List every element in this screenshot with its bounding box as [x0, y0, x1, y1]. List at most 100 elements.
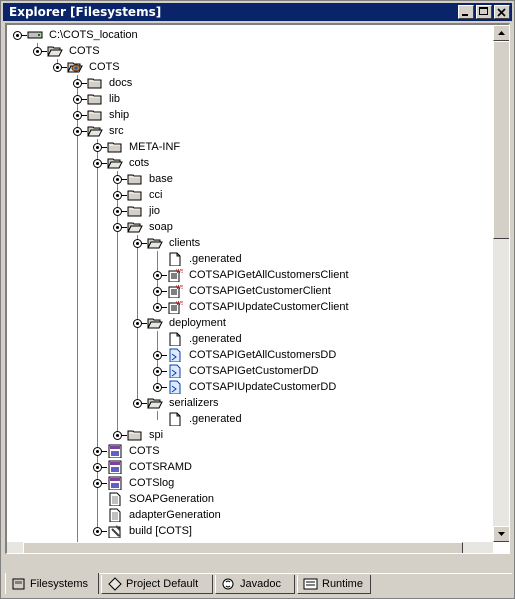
tree-node[interactable]: COTS [7, 443, 493, 459]
tree-node-label: COTSRAMD [129, 461, 192, 473]
tree-node[interactable]: ship [7, 107, 493, 123]
tree-node-label: clients [169, 237, 201, 249]
expand-handle-icon[interactable] [113, 223, 127, 232]
vertical-scroll-thumb[interactable] [493, 41, 509, 239]
expand-handle-icon[interactable] [153, 271, 167, 280]
minimize-button[interactable] [458, 5, 474, 19]
expand-handle-icon[interactable] [153, 383, 167, 392]
tree-node[interactable]: META-INF [7, 139, 493, 155]
tree-node[interactable]: .generated [7, 411, 493, 427]
tree-node[interactable]: serializers [7, 395, 493, 411]
tree-node[interactable]: adapterGeneration [7, 507, 493, 523]
expand-handle-icon[interactable] [153, 367, 167, 376]
build-icon [108, 525, 121, 538]
expand-handle-icon[interactable] [53, 63, 67, 72]
expand-handle-icon[interactable] [73, 127, 87, 136]
expand-handle-icon[interactable] [33, 47, 47, 56]
text-file-icon [109, 492, 121, 506]
folder-icon [87, 78, 102, 89]
folder-icon [87, 110, 102, 121]
tree-node[interactable]: cci [7, 187, 493, 203]
title-bar[interactable]: Explorer [Filesystems] [3, 3, 512, 21]
expand-handle-icon[interactable] [113, 175, 127, 184]
scroll-down-button[interactable] [493, 526, 509, 542]
tree-node[interactable]: cots [7, 155, 493, 171]
expand-handle-icon[interactable] [153, 303, 167, 312]
tree-node[interactable]: docs [7, 75, 493, 91]
tree-node[interactable]: spi [7, 427, 493, 443]
tree-node[interactable]: SOAPGeneration [7, 491, 493, 507]
tree-node[interactable]: .generated [7, 331, 493, 347]
tree-node-label: META-INF [129, 141, 181, 153]
expand-handle-icon[interactable] [93, 463, 107, 472]
tree-node[interactable]: base [7, 171, 493, 187]
expand-handle-icon[interactable] [133, 239, 147, 248]
tree-node-label: serializers [169, 397, 219, 409]
tree-node-label: lib [109, 93, 121, 105]
tree-node-label: COTS [129, 445, 160, 457]
tree-node[interactable]: src [7, 123, 493, 139]
tab-javadoc[interactable]: Javadoc [215, 575, 295, 594]
tree-node[interactable]: deployment [7, 315, 493, 331]
file-icon [169, 252, 181, 266]
tree-node[interactable]: WS COTSAPIGetAllCustomersClient [7, 267, 493, 283]
tree-node[interactable]: WS COTSAPIGetCustomerClient [7, 283, 493, 299]
expand-handle-icon[interactable] [113, 191, 127, 200]
tree-node-label: build [COTS] [129, 525, 192, 537]
tree-node-label: ship [109, 109, 130, 121]
expand-handle-icon[interactable] [73, 95, 87, 104]
file-icon [169, 412, 181, 426]
horizontal-scrollbar[interactable] [7, 542, 493, 553]
deployment-descriptor-icon [169, 380, 181, 394]
open-folder-icon [147, 238, 163, 249]
expand-handle-icon[interactable] [113, 207, 127, 216]
tab-filesystems[interactable]: Filesystems [5, 573, 99, 594]
tree-node[interactable]: COTSAPIGetCustomerDD [7, 363, 493, 379]
tree-node[interactable]: jio [7, 203, 493, 219]
folder-icon [127, 206, 142, 217]
tree-node[interactable]: build [COTS] [7, 523, 493, 539]
tree-node[interactable]: soap [7, 219, 493, 235]
tree-node[interactable]: .generated [7, 251, 493, 267]
expand-handle-icon[interactable] [93, 159, 107, 168]
form-icon [108, 476, 122, 490]
expand-handle-icon[interactable] [93, 143, 107, 152]
tree-node-label: COTS [69, 45, 100, 57]
expand-handle-icon[interactable] [73, 111, 87, 120]
tree-node[interactable]: COTS [7, 59, 493, 75]
scroll-up-button[interactable] [493, 25, 509, 41]
close-button[interactable] [494, 5, 510, 19]
tree-node[interactable]: C:\COTS_location [7, 27, 493, 43]
expand-handle-icon[interactable] [73, 79, 87, 88]
svg-text:WS: WS [176, 301, 183, 307]
vertical-scrollbar[interactable] [493, 25, 509, 542]
expand-handle-icon[interactable] [93, 479, 107, 488]
tree-node[interactable]: COTSAPIUpdateCustomerDD [7, 379, 493, 395]
expand-handle-icon[interactable] [13, 31, 27, 40]
tree-node[interactable]: COTSRAMD [7, 459, 493, 475]
tab-project-default[interactable]: Project Default [101, 575, 213, 594]
tree-node[interactable]: WS COTSAPIUpdateCustomerClient [7, 299, 493, 315]
tab-runtime[interactable]: Runtime [297, 575, 371, 594]
form-icon [108, 460, 122, 474]
tree-node[interactable]: COTSAPIGetAllCustomersDD [7, 347, 493, 363]
horizontal-scroll-thumb[interactable] [23, 542, 463, 553]
tree-node[interactable]: COTSlog [7, 475, 493, 491]
maximize-button[interactable] [476, 5, 492, 19]
expand-handle-icon[interactable] [93, 527, 107, 536]
explorer-window: Explorer [Filesystems] C:\COTS_location C… [0, 0, 515, 599]
tree-node[interactable]: COTS [7, 43, 493, 59]
expand-handle-icon[interactable] [133, 399, 147, 408]
tree-node-label: COTSAPIGetAllCustomersClient [189, 269, 349, 281]
expand-handle-icon[interactable] [153, 287, 167, 296]
window-title: Explorer [Filesystems] [9, 5, 162, 19]
expand-handle-icon[interactable] [113, 431, 127, 440]
expand-handle-icon[interactable] [133, 319, 147, 328]
expand-handle-icon[interactable] [153, 351, 167, 360]
tree-node[interactable]: clients [7, 235, 493, 251]
expand-handle-icon[interactable] [93, 447, 107, 456]
deployment-descriptor-icon [169, 348, 181, 362]
open-folder-icon [107, 158, 123, 169]
tree-node[interactable]: lib [7, 91, 493, 107]
filesystem-tree[interactable]: C:\COTS_location COTS COTS docs lib ship src ME… [7, 25, 493, 542]
